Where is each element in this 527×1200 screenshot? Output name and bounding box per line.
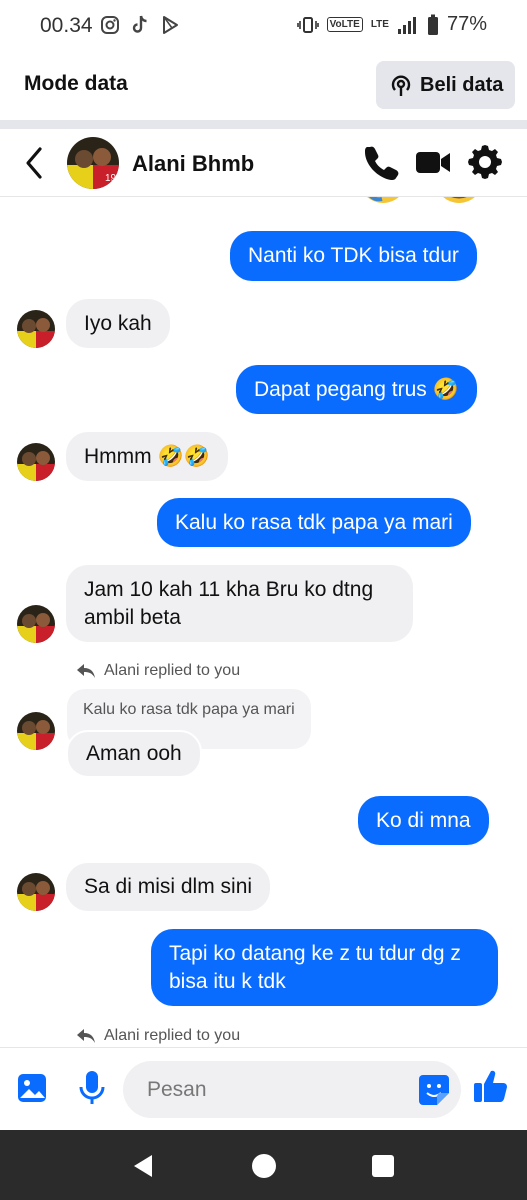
chevron-left-icon[interactable] [20,145,48,181]
incoming-message[interactable]: Hmmm 🤣🤣 [66,432,228,481]
status-notification-icons [100,14,180,36]
battery-icon [427,14,438,35]
contact-name[interactable]: Alani Bhmb [132,151,254,177]
vibrate-icon [296,16,319,33]
nav-recents-icon[interactable] [369,1152,397,1180]
outgoing-message[interactable]: Dapat pegang trus 🤣 [236,365,477,414]
message-input-container [123,1061,461,1118]
outgoing-message[interactable]: Nanti ko TDK bisa tdur [230,231,477,281]
incoming-message[interactable]: Jam 10 kah 11 kha Bru ko dtng ambil beta [66,565,413,642]
reply-note: Alani replied to you [76,1027,240,1045]
gear-icon[interactable] [466,143,504,181]
message-composer [0,1047,527,1130]
tiktok-icon [132,15,147,33]
contact-avatar[interactable]: 19 [67,137,119,189]
outgoing-message[interactable]: Kalu ko rasa tdk papa ya mari [157,498,471,547]
image-icon[interactable] [14,1068,50,1108]
status-time: 00.34 [40,14,93,37]
sender-avatar[interactable] [17,712,55,750]
play-store-icon [163,16,178,34]
status-system-icons: VoLTE LTE 77% [296,13,487,36]
incoming-message[interactable]: Aman ooh [66,730,202,778]
status-bar: 00.34 VoLTE LTE 77% [0,0,527,52]
chat-header: 19 Alani Bhmb [0,129,527,197]
thumbs-up-icon[interactable] [471,1066,509,1106]
reply-note: Alani replied to you [76,662,240,680]
sender-avatar[interactable] [17,873,55,911]
outgoing-message[interactable]: Tapi ko datang ke z tu tdur dg z bisa it… [151,929,498,1006]
messenger-app: 00.34 VoLTE LTE 77% Mode data Beli data … [0,0,527,1200]
incoming-message[interactable]: Iyo kah [66,299,170,348]
message-input[interactable] [147,1075,407,1105]
banner-divider [0,120,527,129]
reply-arrow-icon [77,1029,95,1043]
incoming-message[interactable]: Sa di misi dlm sini [66,863,271,911]
reply-arrow-icon [77,664,95,678]
svg-text:19: 19 [105,173,117,184]
mode-data-label: Mode data [24,72,128,95]
sender-avatar[interactable] [17,443,55,481]
nav-home-icon[interactable] [250,1152,278,1180]
sender-avatar[interactable] [17,605,55,643]
video-camera-icon[interactable] [414,143,452,181]
emoji-partial-icon [367,197,399,203]
sticker-icon[interactable] [417,1073,451,1107]
nav-back-icon[interactable] [130,1152,158,1180]
outgoing-message[interactable]: Ko di mna [358,796,489,845]
volte-badge: VoLTE [326,17,363,32]
sender-avatar[interactable] [17,310,55,348]
buy-data-label: Beli data [420,73,504,96]
lte-label: LTE [370,19,389,30]
instagram-icon [101,16,119,34]
signal-icon [397,16,416,34]
message-list[interactable]: Nanti ko TDK bisa tdur Iyo kah Dapat peg… [0,197,527,1047]
phone-icon[interactable] [362,143,400,181]
battery-percent: 77% [446,13,487,35]
system-nav-bar [0,1130,527,1200]
emoji-partial-icon [443,197,475,203]
buy-data-button[interactable]: Beli data [376,61,515,109]
microphone-icon[interactable] [74,1068,110,1108]
broadcast-icon [391,75,411,96]
